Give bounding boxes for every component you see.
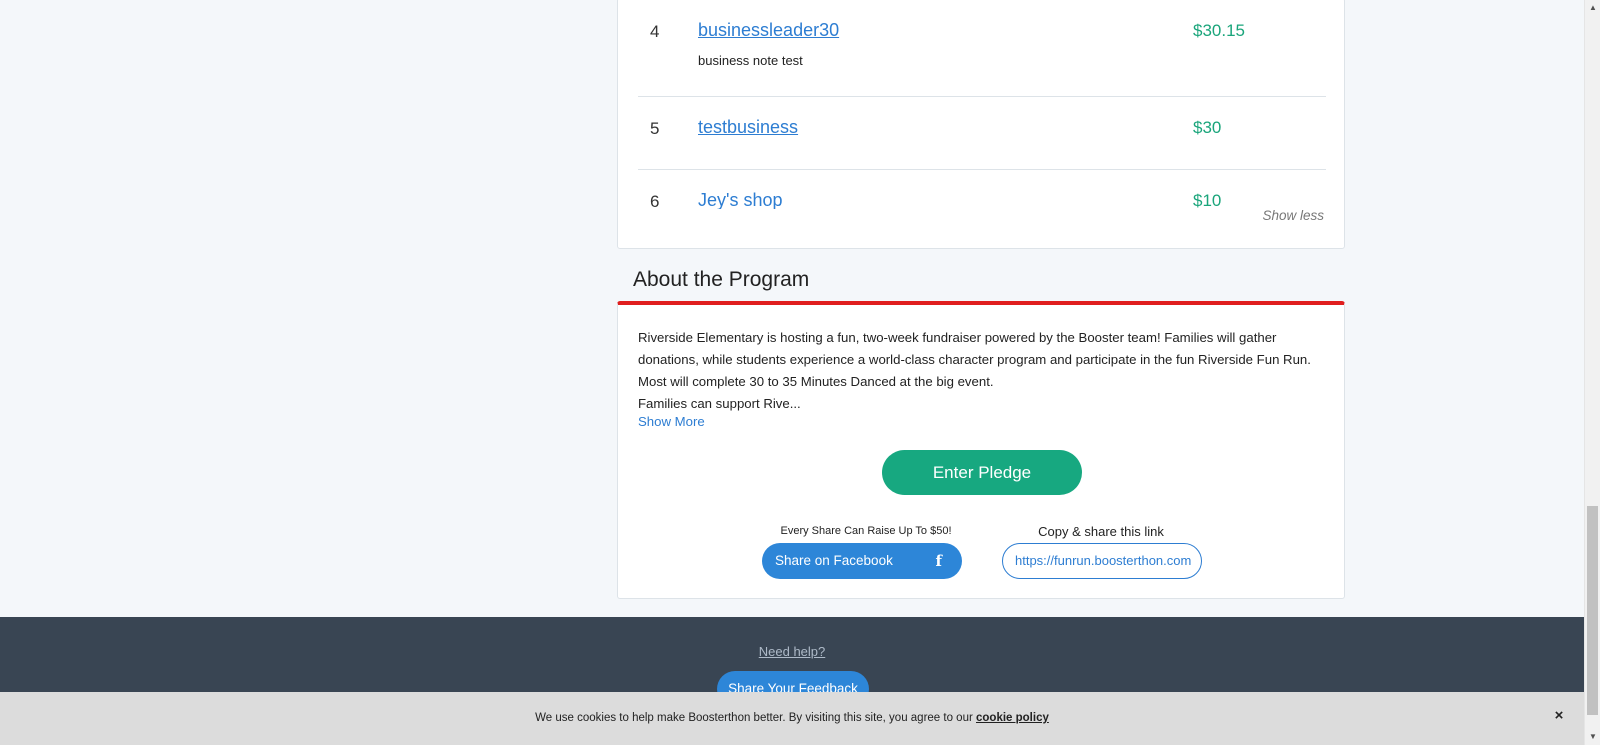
page-viewport: 4 businessleader30 business note test $3… — [0, 0, 1600, 745]
rank-number: 4 — [650, 22, 660, 41]
close-icon[interactable]: × — [1550, 706, 1568, 726]
share-link-field[interactable]: https://funrun.boosterthon.com — [1002, 543, 1202, 579]
rank-number: 6 — [650, 192, 660, 209]
leaderboard-row: 5 testbusiness $30 — [638, 96, 1326, 169]
donation-amount: $30 — [1193, 118, 1222, 137]
donor-note: business note test — [698, 53, 803, 68]
donation-amount: $10 — [1193, 191, 1222, 209]
donation-amount: $30.15 — [1193, 21, 1245, 40]
need-help-link[interactable]: Need help? — [0, 644, 1584, 659]
show-less-link[interactable]: Show less — [1262, 208, 1324, 223]
description-paragraph: Riverside Elementary is hosting a fun, t… — [638, 330, 1311, 389]
cookie-message: We use cookies to help make Boosterthon … — [0, 712, 1584, 724]
rank-number: 5 — [650, 119, 660, 138]
about-program-card: Riverside Elementary is hosting a fun, t… — [617, 301, 1345, 599]
copy-link-caption: Copy & share this link — [1038, 524, 1164, 539]
about-section-title: About the Program — [633, 268, 810, 291]
show-more-link[interactable]: Show More — [638, 414, 705, 429]
cookie-policy-link[interactable]: cookie policy — [976, 712, 1049, 724]
leaderboard-list[interactable]: 4 businessleader30 business note test $3… — [638, 0, 1326, 209]
cookie-message-text: We use cookies to help make Boosterthon … — [535, 712, 976, 724]
page-scrollbar[interactable]: ▲ ▼ — [1584, 0, 1600, 745]
program-description: Riverside Elementary is hosting a fun, t… — [638, 327, 1328, 415]
donor-name-link[interactable]: Jey's shop — [698, 190, 782, 209]
facebook-icon: f — [935, 552, 942, 570]
scroll-up-arrow-icon[interactable]: ▲ — [1585, 0, 1600, 16]
cookie-banner: We use cookies to help make Boosterthon … — [0, 692, 1584, 745]
description-paragraph-truncated: Families can support Rive... — [638, 396, 801, 411]
donor-name-link[interactable]: businessleader30 — [698, 20, 839, 41]
donor-name-link[interactable]: testbusiness — [698, 117, 798, 138]
leaderboard-row: 6 Jey's shop $10 — [638, 169, 1326, 209]
leaderboard-row: 4 businessleader30 business note test $3… — [638, 0, 1326, 96]
share-on-facebook-button[interactable]: Share on Facebook f — [762, 543, 962, 579]
facebook-button-label: Share on Facebook — [775, 553, 893, 568]
scroll-down-arrow-icon[interactable]: ▼ — [1585, 729, 1600, 745]
enter-pledge-button[interactable]: Enter Pledge — [882, 450, 1082, 495]
leaderboard-card: 4 businessleader30 business note test $3… — [617, 0, 1345, 249]
share-caption: Every Share Can Raise Up To $50! — [780, 525, 952, 537]
scrollbar-thumb[interactable] — [1587, 506, 1598, 715]
